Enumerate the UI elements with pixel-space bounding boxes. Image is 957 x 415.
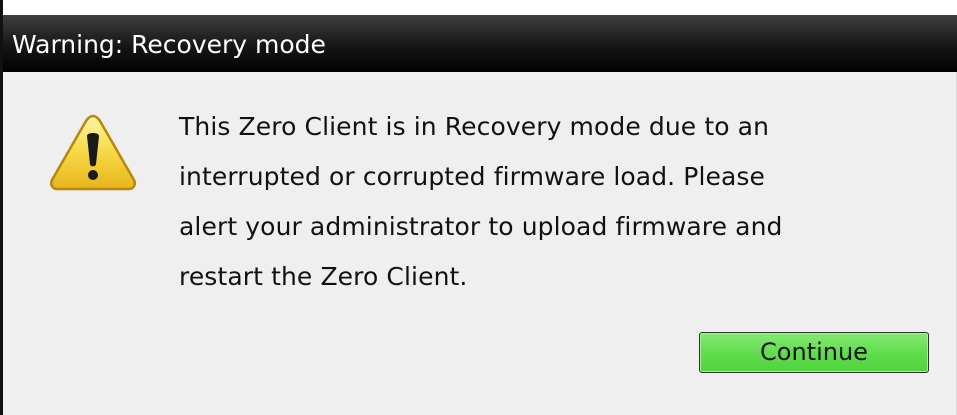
continue-button[interactable]: Continue	[699, 332, 929, 373]
recovery-warning-dialog: Warning: Recovery mode This Zero Client …	[0, 0, 957, 415]
dialog-message: This Zero Client is in Recovery mode due…	[179, 102, 919, 302]
message-line: interrupted or corrupted firmware load. …	[179, 162, 766, 191]
dialog-body: This Zero Client is in Recovery mode due…	[3, 72, 957, 415]
dialog-title: Warning: Recovery mode	[12, 30, 326, 59]
message-line: alert your administrator to upload firmw…	[179, 212, 783, 241]
message-line: restart the Zero Client.	[179, 262, 468, 291]
dialog-title-bar: Warning: Recovery mode	[3, 15, 957, 72]
message-line: This Zero Client is in Recovery mode due…	[179, 112, 770, 141]
warning-triangle-icon	[48, 112, 138, 192]
